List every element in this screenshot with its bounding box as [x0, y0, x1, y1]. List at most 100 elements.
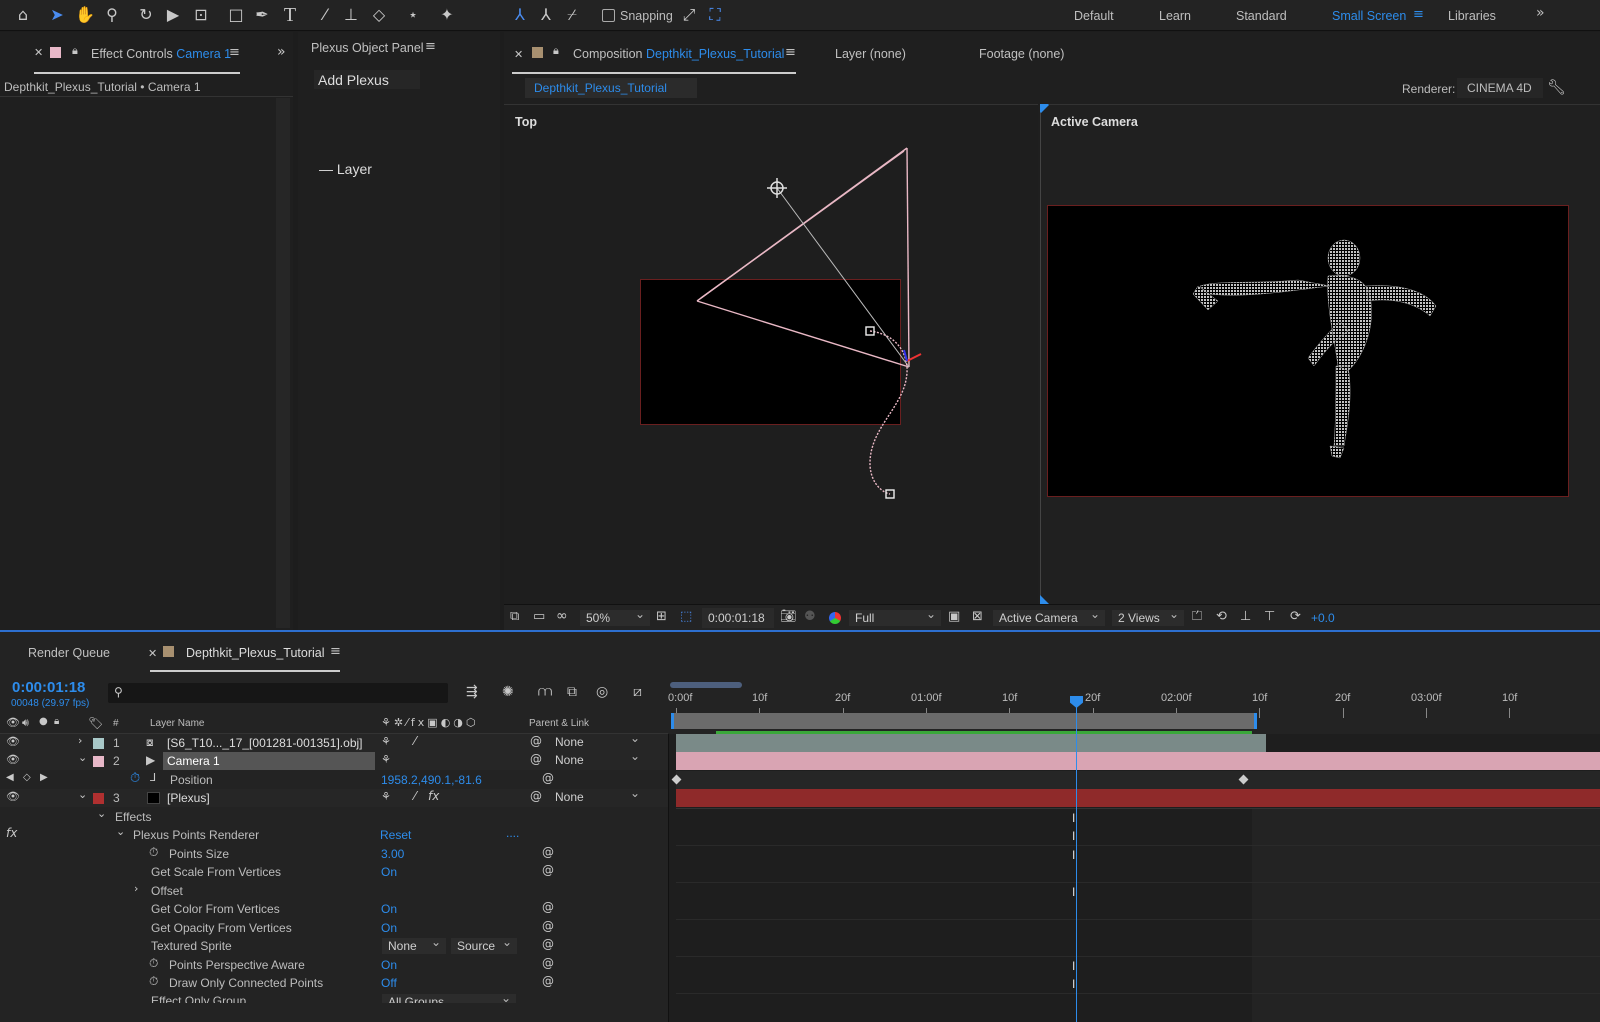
composition-tab[interactable]: Composition Depthkit_Plexus_Tutorial [573, 47, 784, 61]
search-input[interactable]: ⚲ [108, 683, 448, 703]
pen-tool-icon[interactable]: ✒ [251, 4, 273, 26]
position-property-row[interactable]: ◀ ◇ ▶ ⏱ ⅃ Position 1958.2,490.1,-81.6 @ [0, 771, 668, 789]
sprite-source-dropdown[interactable]: Source [450, 935, 518, 955]
lock-icon[interactable]: 🔒︎ [553, 44, 559, 58]
layer-bar-3[interactable] [676, 789, 1600, 807]
snap-target-icon[interactable]: ⛶ [704, 4, 726, 26]
composition-mini-flowchart-icon[interactable]: ⇶ [466, 684, 478, 700]
col-layer-name[interactable]: Layer Name [150, 718, 204, 729]
timecode-display[interactable]: 0:00:01:18 [702, 608, 774, 628]
workspace-learn[interactable]: Learn [1159, 9, 1191, 23]
prev-keyframe-icon[interactable]: ◀ [6, 772, 14, 783]
workspace-small-screen[interactable]: Small Screen [1332, 9, 1406, 23]
pickwhip-icon[interactable]: @ [530, 734, 542, 748]
fx-icon[interactable]: fx [6, 826, 17, 840]
work-area-navigator[interactable] [670, 682, 742, 688]
reset-exposure-icon[interactable]: ⟳ [1290, 609, 1301, 624]
panel-menu-icon[interactable]: ≡ [330, 644, 341, 659]
display-icon[interactable]: ▭ [533, 609, 545, 624]
next-keyframe-icon[interactable]: ▶ [40, 772, 48, 783]
current-time[interactable]: 0:00:01:18 [12, 679, 85, 696]
layer-row-2[interactable]: 👁︎ ⌄ 2 ▶ Camera 1 ⚘ @ None [0, 749, 668, 770]
show-snapshot-icon[interactable]: ⚉ [804, 609, 816, 624]
fast-previews-icon[interactable]: ⟲ [1216, 609, 1227, 624]
render-queue-tab[interactable]: Render Queue [28, 646, 110, 660]
snap-options-icon[interactable]: ⤢ [678, 4, 700, 26]
eye-icon[interactable]: 👁︎ [6, 753, 20, 766]
flowchart-icon[interactable]: ⊤ [1264, 609, 1275, 624]
views-dropdown[interactable]: 2 Views [1111, 607, 1185, 627]
eraser-tool-icon[interactable]: ◇ [368, 4, 390, 26]
pickwhip-icon[interactable]: @ [542, 974, 554, 988]
eye-icon[interactable]: 👁︎ [6, 735, 20, 748]
add-keyframe-icon[interactable]: ◇ [23, 772, 31, 783]
property-row[interactable]: Effect Only Group All Groups [0, 993, 668, 1003]
workspace-libraries[interactable]: Libraries [1448, 9, 1496, 23]
pickwhip-icon[interactable]: @ [542, 771, 554, 785]
graph-icon[interactable]: ⅃ [150, 771, 156, 784]
selection-tool-icon[interactable]: ➤ [46, 4, 68, 26]
pickwhip-icon[interactable]: @ [530, 752, 542, 766]
overflow-icon[interactable]: » [1536, 5, 1545, 21]
lock-icon[interactable]: 🔒︎ [72, 44, 78, 58]
work-area-bar[interactable] [671, 713, 1257, 729]
reset-link[interactable]: Reset [380, 828, 411, 842]
panel-menu-icon[interactable]: ≡ [785, 45, 796, 60]
layer-row-3[interactable]: 👁︎ ⌄ 3 [Plexus] ⚘ ⁄ fx @ None [0, 786, 668, 807]
pickwhip-icon[interactable]: @ [542, 937, 554, 951]
property-row[interactable]: ⏱ Points Perspective Aware On @ [0, 956, 668, 974]
property-value[interactable]: On [381, 865, 397, 879]
close-icon[interactable]: ✕ [148, 647, 157, 660]
property-value[interactable]: On [381, 921, 397, 935]
collapse-chevron-icon[interactable]: ⌄ [116, 825, 125, 838]
top-view[interactable]: Top [504, 104, 1038, 604]
camera-path-svg[interactable] [504, 105, 1038, 605]
workspace-menu-icon[interactable]: ≡ [1413, 7, 1424, 22]
property-row[interactable]: Get Opacity From Vertices On @ [0, 919, 668, 937]
puppet-pin-tool-icon[interactable]: ✦ [436, 4, 458, 26]
effects-group-row[interactable]: ⌄ Effects [0, 807, 668, 826]
keyframe-marker[interactable] [1238, 774, 1249, 785]
motion-blur-icon[interactable]: ◎ [596, 684, 608, 700]
always-preview-icon[interactable]: ⧉ [510, 609, 519, 624]
property-row[interactable]: › Offset [0, 882, 668, 900]
eye-icon[interactable]: 👁︎ [6, 790, 20, 803]
pickwhip-icon[interactable]: @ [542, 863, 554, 877]
resolution-dropdown[interactable]: Full [848, 607, 942, 627]
stopwatch-icon[interactable]: ⏱ [149, 956, 158, 971]
channel-icon[interactable] [829, 612, 841, 624]
quality-switch-icon[interactable]: ⁄ [414, 789, 416, 803]
plexus-renderer-row[interactable]: fx ⌄ Plexus Points Renderer Reset .... [0, 825, 668, 844]
position-keyframe-track[interactable] [671, 771, 1600, 789]
workspace-default[interactable]: Default [1074, 9, 1114, 23]
grid-icon[interactable]: ⊞ [656, 609, 667, 624]
zoom-dropdown[interactable]: 50% [579, 607, 651, 627]
mask-view-icon[interactable]: ∞ [556, 608, 568, 624]
point-of-interest-icon[interactable] [767, 178, 787, 198]
expand-panels-icon[interactable]: » [277, 44, 286, 60]
snapshot-icon[interactable]: 📷︎ [780, 609, 797, 624]
panel-menu-icon[interactable]: ≡ [425, 39, 436, 54]
pan-behind-tool-icon[interactable]: ⊡ [190, 4, 212, 26]
toggle-pixel-aspect-icon[interactable]: ⏍ [1192, 609, 1202, 624]
expand-chevron-icon[interactable]: › [134, 882, 138, 895]
roto-brush-tool-icon[interactable]: ⋆ [402, 4, 424, 26]
layer-tab[interactable]: Layer (none) [835, 47, 906, 61]
layer-row-1[interactable]: 👁︎ › 1 ⧇ [S6_T10..._17_[001281-001351].o… [0, 731, 668, 752]
collapse-chevron-icon[interactable]: ⌄ [78, 751, 87, 764]
close-icon[interactable]: ✕ [514, 48, 523, 61]
zoom-tool-icon[interactable]: ⚲ [101, 4, 123, 26]
view-axis-mode-icon[interactable]: ⌿ [561, 4, 583, 26]
effect-group-dropdown[interactable]: All Groups [381, 993, 517, 1003]
layer-bar-1[interactable] [676, 731, 1266, 752]
layer-bar-2[interactable] [676, 752, 1600, 770]
layer-name[interactable]: [S6_T10..._17_[001281-001351].obj] [167, 736, 363, 750]
local-axis-mode-icon[interactable]: ⅄ [509, 4, 531, 26]
quality-switch-icon[interactable]: ⁄ [414, 734, 416, 748]
hand-tool-icon[interactable]: ✋ [74, 4, 96, 26]
layer-name[interactable]: [Plexus] [167, 791, 210, 805]
transparency-grid-icon[interactable]: ⬚ [680, 609, 692, 624]
panel-menu-icon[interactable]: ≡ [229, 45, 240, 60]
exposure-value[interactable]: +0.0 [1311, 611, 1335, 625]
property-value[interactable]: Off [381, 976, 397, 990]
